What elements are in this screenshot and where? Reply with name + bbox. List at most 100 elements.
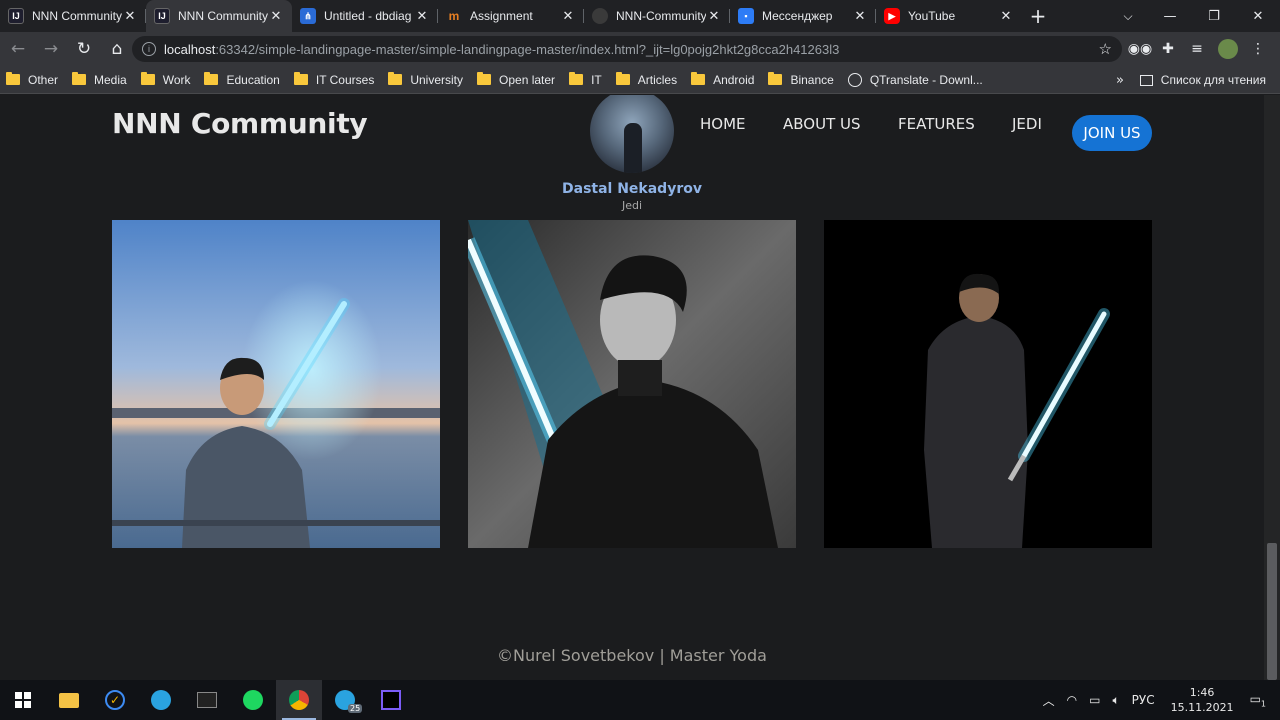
tab-title: YouTube — [908, 9, 956, 23]
address-path: :63342/simple-landingpage-master/simple-… — [215, 41, 840, 57]
youtube-icon: ▶ — [884, 8, 900, 24]
folder-icon — [691, 72, 706, 85]
folder-icon — [6, 72, 20, 85]
bookmark-folder[interactable]: Other — [6, 72, 58, 87]
nav-home-link[interactable]: HOME — [700, 115, 746, 133]
more-menu-icon[interactable]: ⋮ — [1244, 32, 1272, 66]
tab-nnn-community-2[interactable]: IJ NNN Community ✕ — [146, 0, 292, 32]
spotify-icon[interactable] — [230, 680, 276, 720]
bookmark-folder[interactable]: IT — [569, 72, 602, 87]
tab-messenger[interactable]: ▪ Мессенджер ✕ — [730, 0, 876, 32]
bookmark-folder[interactable]: Binance — [768, 72, 834, 87]
bookmark-folder[interactable]: Android — [691, 72, 754, 87]
close-icon[interactable]: ✕ — [998, 8, 1014, 24]
close-icon[interactable]: ✕ — [852, 8, 868, 24]
scrollbar-thumb[interactable] — [1267, 543, 1277, 680]
window-controls: — ❐ ✕ — [1148, 0, 1280, 32]
intellij-icon: IJ — [154, 8, 170, 24]
bookmark-folder[interactable]: Education — [204, 72, 280, 87]
moodle-icon: m — [448, 9, 460, 23]
globe-icon — [847, 72, 862, 87]
media-queue-icon[interactable]: ≡ — [1183, 32, 1211, 66]
bookmarks-overflow-icon[interactable]: » — [1116, 66, 1124, 94]
folder-icon — [204, 72, 219, 85]
nav-jedi-link[interactable]: JEDI — [1012, 115, 1042, 133]
page-scrollbar[interactable] — [1264, 95, 1280, 680]
address-bar[interactable]: i localhost:63342/simple-landingpage-mas… — [132, 36, 1122, 62]
folder-icon — [477, 72, 492, 85]
tab-youtube[interactable]: ▶ YouTube ✕ — [876, 0, 1022, 32]
maximize-icon[interactable]: ❐ — [1192, 0, 1236, 32]
nav-features-link[interactable]: FEATURES — [898, 115, 975, 133]
tab-title: NNN-Community — [616, 9, 706, 23]
bookmark-star-icon[interactable]: ☆ — [1099, 40, 1112, 58]
telegram-icon[interactable] — [138, 680, 184, 720]
messenger-icon: ▪ — [738, 8, 754, 24]
tab-search-chevron-icon[interactable]: ⌵ — [1112, 0, 1144, 32]
join-us-button[interactable]: JOIN US — [1072, 115, 1152, 151]
wifi-icon[interactable]: ◠ — [1067, 693, 1077, 707]
folder-icon — [615, 72, 630, 85]
jedi-photo-2 — [468, 220, 796, 548]
start-windows-icon[interactable] — [0, 680, 46, 720]
notification-center-icon[interactable]: ▭1 — [1250, 692, 1266, 708]
close-icon[interactable]: ✕ — [268, 8, 284, 24]
close-icon[interactable]: ✕ — [560, 8, 576, 24]
bookmark-folder[interactable]: Articles — [615, 72, 677, 87]
reading-list-button[interactable]: Список для чтения — [1139, 66, 1266, 94]
system-tray: ︿ ◠ ▭ 🔈︎ РУС 1:46 15.11.2021 ▭1 — [1037, 680, 1280, 720]
bookmark-folder[interactable]: IT Courses — [293, 72, 374, 87]
tab-dbdiagram[interactable]: ⋔ Untitled - dbdiag ✕ — [292, 0, 438, 32]
chrome-icon[interactable] — [276, 680, 322, 720]
clock[interactable]: 1:46 15.11.2021 — [1171, 685, 1234, 715]
address-host: localhost — [164, 41, 216, 57]
back-arrow-icon[interactable]: ← — [3, 34, 33, 64]
language-indicator[interactable]: РУС — [1132, 693, 1155, 707]
clock-time: 1:46 — [1189, 686, 1215, 699]
page-viewport: NNN Community Dastal Nekadyrov Jedi HOME… — [0, 95, 1264, 680]
telegram-badge: 25 — [348, 704, 363, 713]
close-icon[interactable]: ✕ — [122, 8, 138, 24]
profile-avatar[interactable] — [1214, 32, 1242, 66]
bookmark-link[interactable]: QTranslate - Downl... — [847, 72, 983, 87]
home-icon[interactable]: ⌂ — [102, 34, 132, 64]
incognito-extension-icon[interactable]: ◉◉ — [1126, 32, 1154, 66]
tab-strip: IJ NNN Community ✕ IJ NNN Community ✕ ⋔ … — [0, 0, 1280, 32]
reading-list-icon — [1139, 74, 1153, 86]
telegram-desktop-icon[interactable]: 25 — [322, 680, 368, 720]
notification-count: 1 — [1260, 699, 1266, 709]
minimize-icon[interactable]: — — [1148, 0, 1192, 32]
bookmark-folder[interactable]: Open later — [477, 72, 555, 87]
member-name: Dastal Nekadyrov — [562, 181, 702, 197]
tab-github[interactable]: NNN-Community ✕ — [584, 0, 730, 32]
forward-arrow-icon[interactable]: → — [36, 34, 66, 64]
reload-icon[interactable]: ↻ — [69, 34, 99, 64]
intellij-taskbar-icon[interactable] — [368, 680, 414, 720]
tab-assignment[interactable]: m Assignment ✕ — [438, 0, 584, 32]
tray-chevron-up-icon[interactable]: ︿ — [1043, 692, 1055, 709]
site-nav: HOME ABOUT US FEATURES JEDI JOIN US — [0, 105, 1264, 151]
bookmark-folder[interactable]: University — [388, 72, 463, 87]
close-icon[interactable]: ✕ — [706, 8, 722, 24]
file-explorer-icon[interactable] — [46, 680, 92, 720]
tab-title: Untitled - dbdiag — [324, 9, 412, 23]
todo-check-icon[interactable]: ✓ — [92, 680, 138, 720]
bookmarks-bar: Other Media Work Education IT Courses Un… — [0, 66, 1280, 94]
new-tab-button[interactable]: + — [1022, 0, 1054, 32]
close-icon[interactable]: ✕ — [414, 8, 430, 24]
puzzle-extensions-icon[interactable]: ✚ — [1154, 32, 1182, 66]
tab-nnn-community-1[interactable]: IJ NNN Community ✕ — [0, 0, 146, 32]
tab-title: Мессенджер — [762, 9, 833, 23]
folder-icon — [569, 72, 584, 85]
clock-date: 15.11.2021 — [1170, 701, 1234, 714]
nav-about-link[interactable]: ABOUT US — [783, 115, 861, 133]
close-window-icon[interactable]: ✕ — [1236, 0, 1280, 32]
battery-icon[interactable]: ▭ — [1089, 693, 1100, 707]
bookmark-folder[interactable]: Media — [72, 72, 127, 87]
folder-icon — [768, 72, 783, 85]
volume-icon[interactable]: 🔈︎ — [1112, 693, 1119, 708]
bookmark-folder[interactable]: Work — [140, 72, 190, 87]
info-icon[interactable]: i — [142, 42, 156, 56]
terminal-icon[interactable] — [184, 680, 230, 720]
share-icon: ⋔ — [300, 8, 316, 24]
